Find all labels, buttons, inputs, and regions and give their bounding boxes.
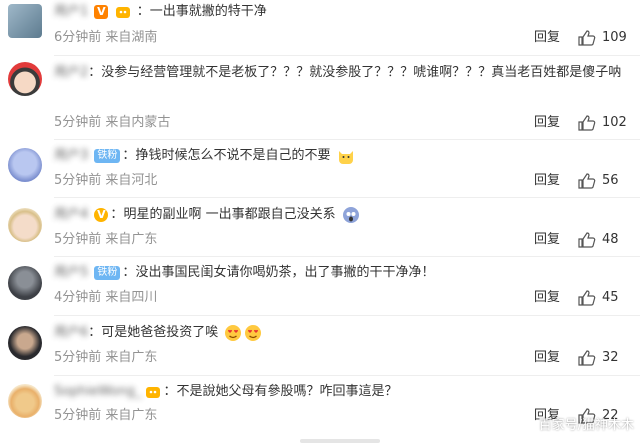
username[interactable]: 用户6	[54, 325, 88, 340]
reply-button[interactable]: 回复	[534, 29, 560, 47]
like-count: 48	[602, 232, 619, 247]
comment-body: SophieWong_ ：不是說她父母有參股嗎？咋回事這是？	[54, 384, 398, 399]
avatar[interactable]	[8, 208, 42, 242]
like-count: 102	[602, 115, 627, 130]
reply-button[interactable]: 回复	[534, 114, 560, 132]
fan-badge: 铁粉	[94, 148, 121, 163]
avatar[interactable]	[8, 266, 42, 300]
comment-meta: 5分钟前 来自广东	[54, 408, 158, 423]
avatar[interactable]	[8, 384, 42, 418]
comment-body: 用户2：没参与经营管理就不是老板了？？？就没参股了？？？唬谁啊？？？真当老百姓都…	[54, 65, 622, 80]
comment-meta: 5分钟前 来自内蒙古	[54, 115, 171, 130]
heart-eyes-emoji-icon	[245, 324, 262, 341]
comment-text: 没参与经营管理就不是老板了？？？就没参股了？？？唬谁啊？？？真当老百姓都是傻子呐	[101, 65, 622, 80]
username[interactable]: 用户2	[54, 65, 88, 80]
like-button[interactable]: 109	[578, 29, 627, 47]
username[interactable]: SophieWong_	[54, 384, 141, 399]
username[interactable]: 用户4	[54, 207, 88, 222]
reply-button[interactable]: 回复	[534, 172, 560, 190]
comment-text: 一出事就撇的特干净	[149, 4, 267, 19]
comment-item: 用户3 铁粉 ：挣钱时候怎么不说不是自己的不要 5分钟前 来自河北 回复 56	[0, 140, 640, 198]
crown-icon	[146, 386, 161, 398]
comment-meta: 4分钟前 来自四川	[54, 290, 158, 305]
like-count: 45	[602, 290, 619, 305]
thumbs-up-icon	[578, 30, 596, 46]
username[interactable]: 用户3	[54, 148, 88, 163]
like-button[interactable]: 56	[578, 172, 619, 190]
avatar[interactable]	[8, 62, 42, 96]
reply-button[interactable]: 回复	[534, 289, 560, 307]
comment-item: 用户6：可是她爸爸投资了唉 5分钟前 来自广东 回复 32	[0, 316, 640, 376]
like-button[interactable]: 45	[578, 289, 619, 307]
avatar[interactable]	[8, 326, 42, 360]
comment-item: 用户4 V ：明星的副业啊 一出事都跟自己没关系 5分钟前 来自广东 回复 48	[0, 198, 640, 256]
comment-meta: 5分钟前 来自河北	[54, 173, 158, 188]
like-count: 109	[602, 30, 627, 45]
comment-text: 不是說她父母有參股嗎？咋回事這是？	[176, 384, 398, 399]
comment-item: 用户1 V ：一出事就撇的特干净 6分钟前 来自湖南 回复 109	[0, 0, 640, 56]
comment-meta: 5分钟前 来自广东	[54, 350, 158, 365]
reply-button[interactable]: 回复	[534, 349, 560, 367]
verified-v-icon: V	[94, 4, 109, 19]
comment-body: 用户4 V ：明星的副业啊 一出事都跟自己没关系	[54, 203, 630, 227]
thumbs-up-icon	[578, 232, 596, 248]
avatar[interactable]	[8, 4, 42, 38]
username[interactable]: 用户1	[54, 4, 88, 19]
comment-body: 用户3 铁粉 ：挣钱时候怎么不说不是自己的不要	[54, 144, 630, 168]
cat-emoji-icon	[338, 150, 353, 164]
thumbs-up-icon	[578, 290, 596, 306]
like-button[interactable]: 48	[578, 231, 619, 249]
avatar[interactable]	[8, 148, 42, 182]
comment-text: 没出事国民闺女请你喝奶茶，出了事撇的干干净净！	[135, 265, 435, 280]
like-count: 32	[602, 350, 619, 365]
verified-v-icon: V	[94, 207, 109, 222]
bottom-scroll-indicator	[300, 439, 380, 443]
like-button[interactable]: 32	[578, 349, 619, 367]
shocked-emoji-icon	[342, 206, 359, 223]
comment-text: 挣钱时候怎么不说不是自己的不要	[135, 148, 331, 163]
heart-eyes-emoji-icon	[225, 324, 242, 341]
comment-body: 用户6：可是她爸爸投资了唉	[54, 321, 630, 345]
reply-button[interactable]: 回复	[534, 231, 560, 249]
comment-meta: 5分钟前 来自广东	[54, 232, 158, 247]
thumbs-up-icon	[578, 115, 596, 131]
thumbs-up-icon	[578, 173, 596, 189]
crown-icon	[115, 6, 130, 18]
like-count: 56	[602, 173, 619, 188]
comment-item: 用户5 铁粉 ：没出事国民闺女请你喝奶茶，出了事撇的干干净净！ 4分钟前 来自四川…	[0, 257, 640, 315]
comment-body: 用户5 铁粉 ：没出事国民闺女请你喝奶茶，出了事撇的干干净净！	[54, 265, 435, 280]
comment-item: 用户2：没参与经营管理就不是老板了？？？就没参股了？？？唬谁啊？？？真当老百姓都…	[0, 56, 640, 140]
comment-meta: 6分钟前 来自湖南	[54, 30, 158, 45]
username[interactable]: 用户5	[54, 265, 88, 280]
comment-body: 用户1 V ：一出事就撇的特干净	[54, 4, 267, 19]
fan-badge: 铁粉	[94, 265, 121, 280]
thumbs-up-icon	[578, 350, 596, 366]
comment-text: 可是她爸爸投资了唉	[101, 325, 219, 340]
like-button[interactable]: 102	[578, 114, 627, 132]
comment-text: 明星的副业啊 一出事都跟自己没关系	[123, 207, 336, 222]
watermark: 百家号/猫神木木	[538, 418, 634, 433]
